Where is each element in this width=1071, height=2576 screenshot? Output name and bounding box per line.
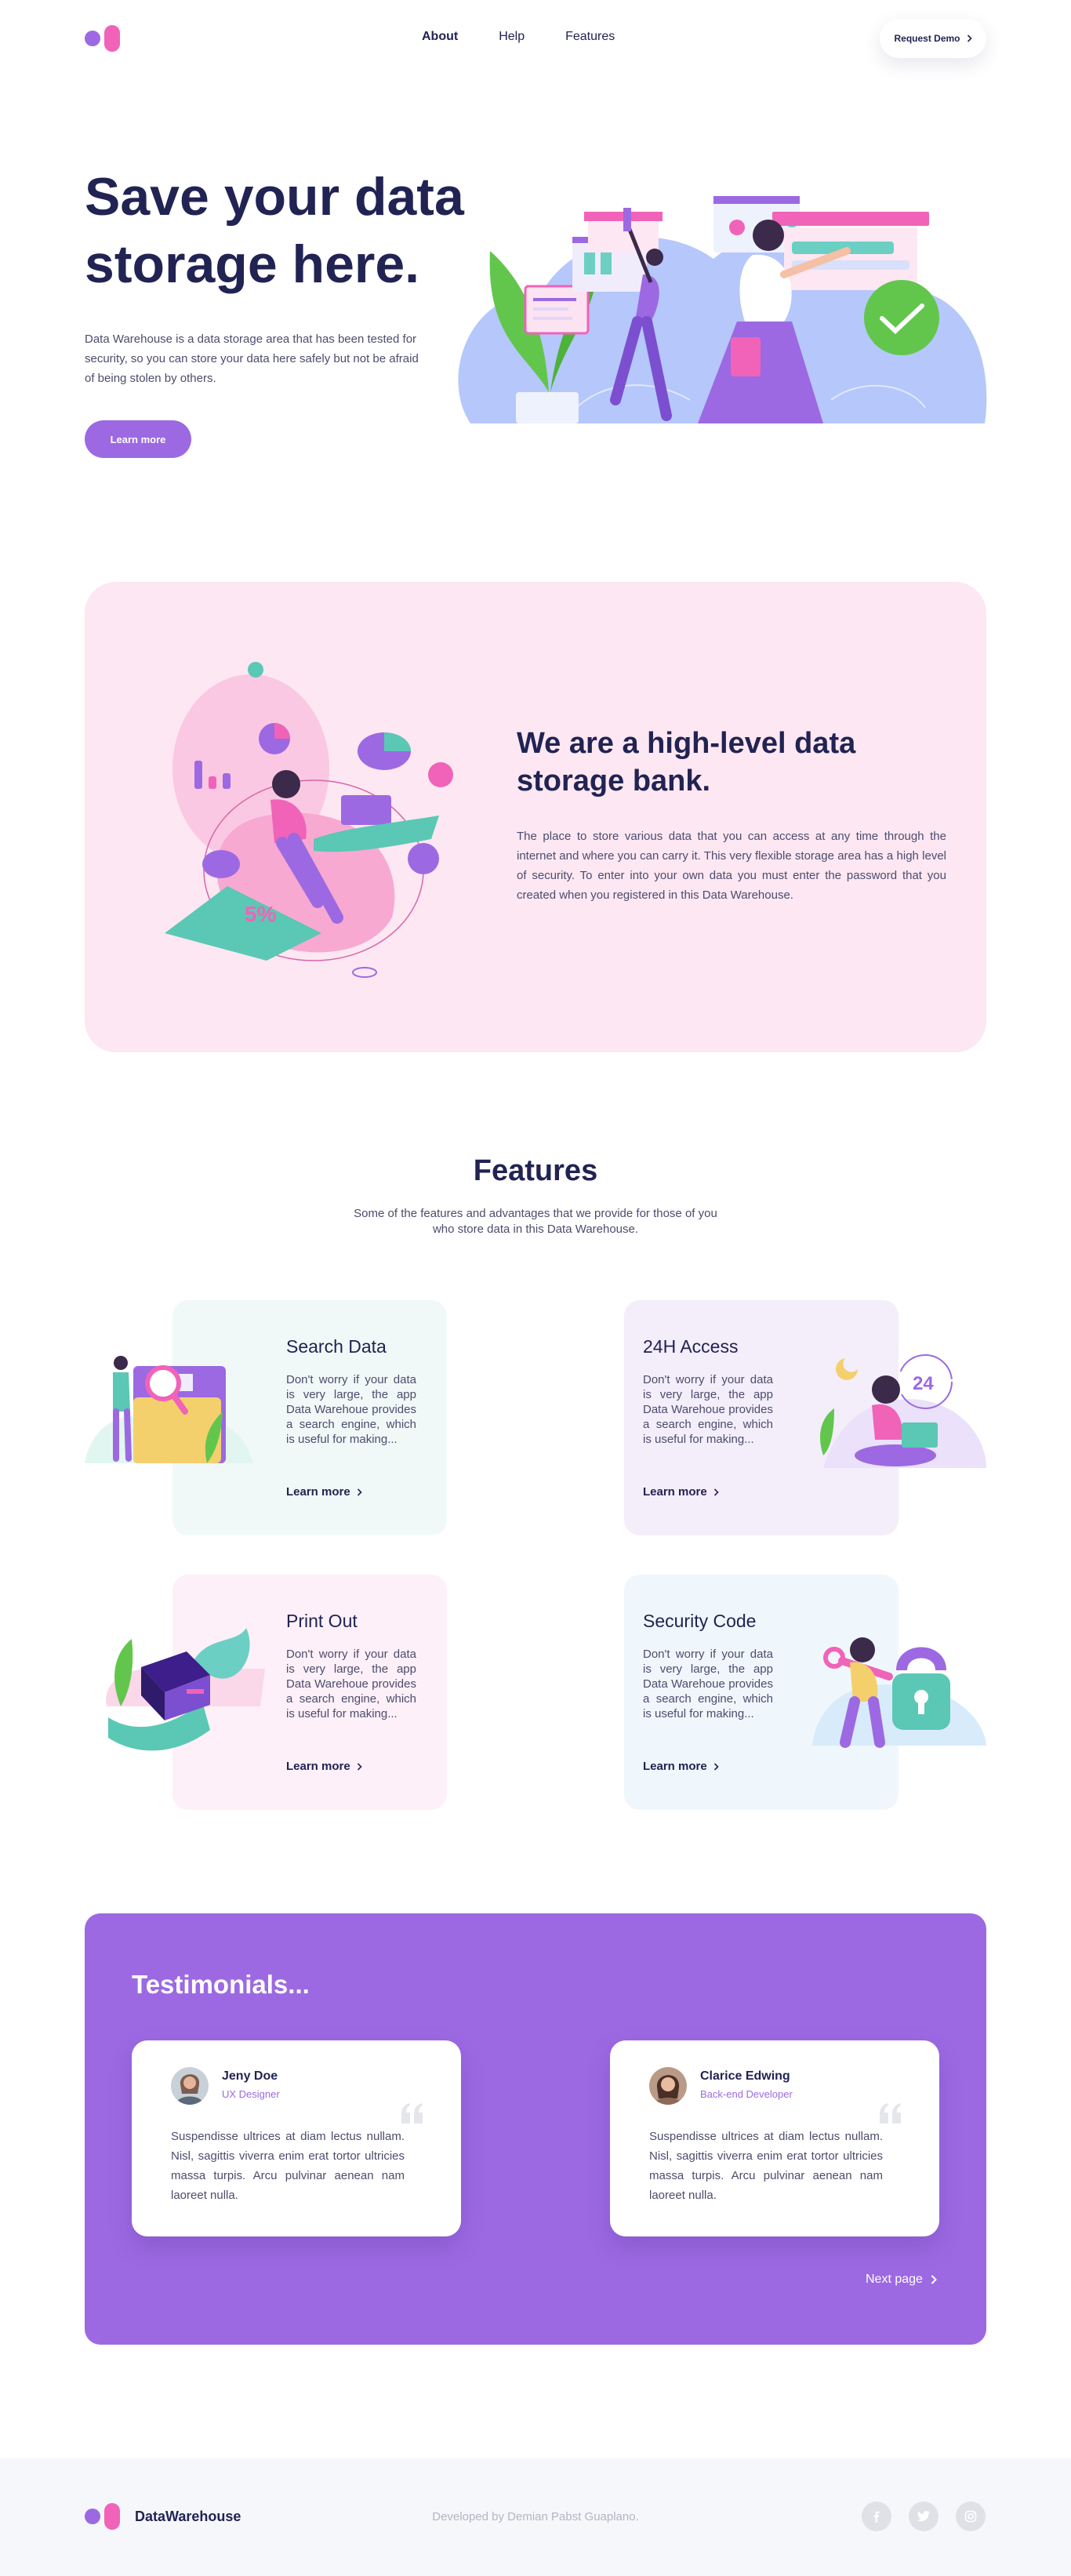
chevron-right-icon bbox=[357, 1488, 362, 1496]
bank-title-line-1: We are a high-level data bbox=[517, 727, 856, 760]
feature-text-security-code: Don't worry if your data is very large, … bbox=[643, 1648, 773, 1720]
hero-learn-more-button[interactable]: Learn more bbox=[85, 420, 191, 458]
hero-description: Data Warehouse is a data storage area th… bbox=[85, 332, 419, 385]
avatar bbox=[649, 2067, 687, 2105]
feature-text-print-out: Don't worry if your data is very large, … bbox=[286, 1648, 416, 1720]
feature-link-label: Learn more bbox=[643, 1760, 707, 1773]
request-demo-button[interactable]: Request Demo bbox=[880, 19, 986, 58]
24h-access-illustration: 24 bbox=[819, 1354, 986, 1468]
hero-title: Save your data storage here. bbox=[85, 163, 492, 298]
twitter-icon[interactable] bbox=[909, 2502, 938, 2531]
illustration-24-label: 24 bbox=[913, 1373, 934, 1394]
feature-text-24h-access: Don't worry if your data is very large, … bbox=[643, 1373, 773, 1446]
next-page-link[interactable]: Next page bbox=[866, 2273, 937, 2287]
chevron-right-icon bbox=[713, 1488, 719, 1496]
feature-link-security-code[interactable]: Learn more bbox=[643, 1760, 719, 1773]
nav-link-about[interactable]: About bbox=[422, 30, 458, 44]
request-demo-label: Request Demo bbox=[894, 33, 960, 44]
data-bank-illustration: 5% bbox=[165, 662, 453, 978]
nav-link-features[interactable]: Features bbox=[565, 30, 615, 44]
bank-title-line-2: storage bank. bbox=[517, 765, 711, 798]
feature-link-label: Learn more bbox=[286, 1485, 350, 1499]
testimonial-name: Jeny Doe bbox=[222, 2069, 278, 2083]
feature-link-label: Learn more bbox=[286, 1760, 350, 1773]
logo-dot bbox=[85, 31, 100, 46]
next-page-label: Next page bbox=[866, 2273, 923, 2286]
feature-text-search-data: Don't worry if your data is very large, … bbox=[286, 1373, 416, 1446]
bank-description: The place to store various data that you… bbox=[517, 830, 946, 902]
testimonials-title: Testimonials... bbox=[132, 1970, 310, 1999]
main-nav: About Help Features bbox=[422, 30, 655, 44]
testimonial-text: Suspendisse ultrices at diam lectus null… bbox=[171, 2130, 405, 2202]
feature-title-24h-access: 24H Access bbox=[643, 1336, 739, 1357]
feature-title-security-code: Security Code bbox=[643, 1611, 757, 1631]
bank-title: We are a high-level data storage bank. bbox=[517, 725, 924, 800]
print-out-illustration bbox=[106, 1628, 265, 1751]
instagram-icon[interactable] bbox=[956, 2502, 986, 2531]
feature-link-print-out[interactable]: Learn more bbox=[286, 1760, 362, 1773]
feature-link-search-data[interactable]: Learn more bbox=[286, 1485, 362, 1499]
chevron-right-icon bbox=[713, 1762, 719, 1771]
feature-title-search-data: Search Data bbox=[286, 1336, 387, 1357]
facebook-icon[interactable] bbox=[862, 2502, 891, 2531]
feature-title-print-out: Print Out bbox=[286, 1611, 358, 1631]
testimonial-role: Back-end Developer bbox=[700, 2088, 793, 2100]
feature-link-24h-access[interactable]: Learn more bbox=[643, 1485, 719, 1499]
chevron-right-icon bbox=[357, 1762, 362, 1771]
testimonial-role: UX Designer bbox=[222, 2088, 280, 2100]
hero-title-line-2: storage here. bbox=[85, 234, 420, 294]
features-title: Features bbox=[473, 1154, 598, 1187]
testimonial-text: Suspendisse ultrices at diam lectus null… bbox=[649, 2130, 883, 2202]
chevron-right-icon bbox=[931, 2275, 937, 2284]
avatar bbox=[171, 2067, 209, 2105]
features-subtitle: Some of the features and advantages that… bbox=[354, 1207, 717, 1236]
quote-icon bbox=[880, 2103, 901, 2124]
hero-title-line-1: Save your data bbox=[85, 167, 464, 227]
illustration-percent-label: 5% bbox=[245, 902, 277, 926]
chevron-right-icon bbox=[967, 35, 972, 42]
feature-link-label: Learn more bbox=[643, 1485, 707, 1499]
logo-pill bbox=[104, 25, 120, 52]
security-code-illustration bbox=[812, 1637, 986, 1748]
testimonial-name: Clarice Edwing bbox=[700, 2069, 790, 2083]
search-data-illustration bbox=[85, 1356, 253, 1463]
hero-illustration bbox=[458, 196, 987, 424]
nav-link-help[interactable]: Help bbox=[499, 30, 525, 44]
quote-icon bbox=[401, 2103, 423, 2124]
logo[interactable] bbox=[85, 25, 120, 52]
